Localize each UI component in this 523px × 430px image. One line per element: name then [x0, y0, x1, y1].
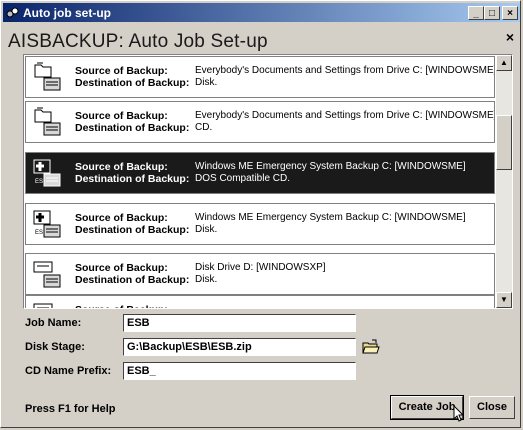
destination-label: Destination of Backup:: [75, 224, 190, 236]
maximize-button[interactable]: □: [484, 5, 500, 20]
page-title: AISBACKUP: Auto Job Set-up: [8, 31, 268, 52]
source-label: Source of Backup:: [75, 262, 168, 274]
destination-label: Destination of Backup:: [75, 274, 190, 286]
close-icon[interactable]: ×: [506, 29, 514, 45]
destination-value: Disk.: [195, 224, 218, 235]
disk-stage-label: Disk Stage:: [25, 341, 85, 353]
source-value: Disk Drive D: [WINDOWSXP]: [195, 262, 326, 273]
item-labels: Source of Backup: Destination of Backup:: [75, 110, 195, 134]
list-item[interactable]: Source of Backup: Destination of Backup:…: [25, 253, 495, 295]
drive-disk-icon: [33, 261, 61, 288]
folder-disk-icon: [34, 62, 61, 91]
destination-label: Destination of Backup:: [75, 122, 190, 134]
item-labels: Source of Backup: Destination of Backup:: [75, 304, 195, 308]
close-label: Close: [477, 401, 507, 413]
vertical-scrollbar[interactable]: ▲ ▼: [496, 55, 512, 308]
source-value: Windows ME Emergency System Backup C: [W…: [195, 161, 466, 172]
list-item[interactable]: Source of Backup: Destination of Backup:…: [25, 56, 495, 98]
source-value: Everybody's Documents and Settings from …: [195, 110, 494, 121]
close-window-button[interactable]: ×: [502, 5, 518, 20]
disk-stage-input[interactable]: G:\Backup\ESB\ESB.zip: [123, 338, 356, 356]
app-window: Auto job set-up _ □ × AISBACKUP: Auto Jo…: [0, 0, 521, 428]
destination-value: Disk.: [195, 77, 218, 88]
destination-value: Disk.: [195, 274, 218, 285]
destination-value: CD.: [195, 122, 213, 133]
item-labels: Source of Backup: Destination of Backup:: [75, 65, 195, 89]
list-item[interactable]: Source of Backup: Destination of Backup:…: [25, 101, 495, 143]
job-list[interactable]: Source of Backup: Destination of Backup:…: [23, 54, 513, 309]
source-label: Source of Backup:: [75, 110, 168, 122]
item-values: Windows ME Emergency System Backup C: [W…: [195, 161, 466, 185]
drive-cd-icon: [33, 303, 53, 308]
esb-disk-icon: ESB: [33, 210, 61, 238]
item-values: Everybody's Documents and Settings from …: [195, 65, 494, 89]
scroll-up-button[interactable]: ▲: [496, 55, 512, 71]
item-labels: Source of Backup: Destination of Backup:: [75, 161, 195, 185]
esb-cd-icon: ESB: [33, 159, 61, 187]
mouse-cursor-icon: [453, 405, 465, 422]
app-icon: [6, 7, 19, 17]
source-value: Everybody's Documents and Settings from …: [195, 65, 494, 76]
destination-value: DOS Compatible CD.: [195, 173, 291, 184]
destination-label: Destination of Backup:: [75, 77, 190, 89]
window-title: Auto job set-up: [23, 5, 111, 20]
list-item[interactable]: Source of Backup: Destination of Backup:…: [25, 295, 495, 308]
source-label: Source of Backup:: [75, 161, 168, 173]
cd-prefix-label: CD Name Prefix:: [25, 365, 112, 377]
close-button[interactable]: Close: [469, 396, 515, 419]
source-label: Source of Backup:: [75, 212, 168, 224]
help-text: Press F1 for Help: [25, 403, 116, 415]
folder-cd-icon: [34, 107, 61, 136]
title-bar[interactable]: Auto job set-up _ □ ×: [3, 3, 520, 22]
job-name-input[interactable]: ESB: [123, 314, 356, 332]
open-folder-icon[interactable]: [361, 338, 381, 356]
item-values: Disk Drive D: [WINDOWSXP] Disk.: [195, 262, 326, 286]
minimize-button[interactable]: _: [468, 5, 484, 20]
item-values: Everybody's Documents and Settings from …: [195, 110, 494, 134]
item-labels: Source of Backup: Destination of Backup:: [75, 212, 195, 236]
scroll-down-button[interactable]: ▼: [496, 292, 512, 308]
job-name-label: Job Name:: [25, 317, 82, 329]
item-values: Windows ME Emergency System Backup C: [W…: [195, 212, 466, 236]
cd-prefix-input[interactable]: ESB_: [123, 362, 356, 380]
source-value: Windows ME Emergency System Backup C: [W…: [195, 212, 466, 223]
scroll-thumb[interactable]: [496, 115, 512, 170]
source-label: Source of Backup:: [75, 304, 195, 308]
source-label: Source of Backup:: [75, 65, 168, 77]
create-job-label: Create Job: [398, 401, 456, 413]
destination-label: Destination of Backup:: [75, 173, 190, 185]
item-labels: Source of Backup: Destination of Backup:: [75, 262, 195, 286]
list-item[interactable]: ESB Source of Backup: Destination of Bac…: [25, 203, 495, 245]
list-item[interactable]: ESB Source of Backup: Destination of Bac…: [25, 152, 495, 194]
